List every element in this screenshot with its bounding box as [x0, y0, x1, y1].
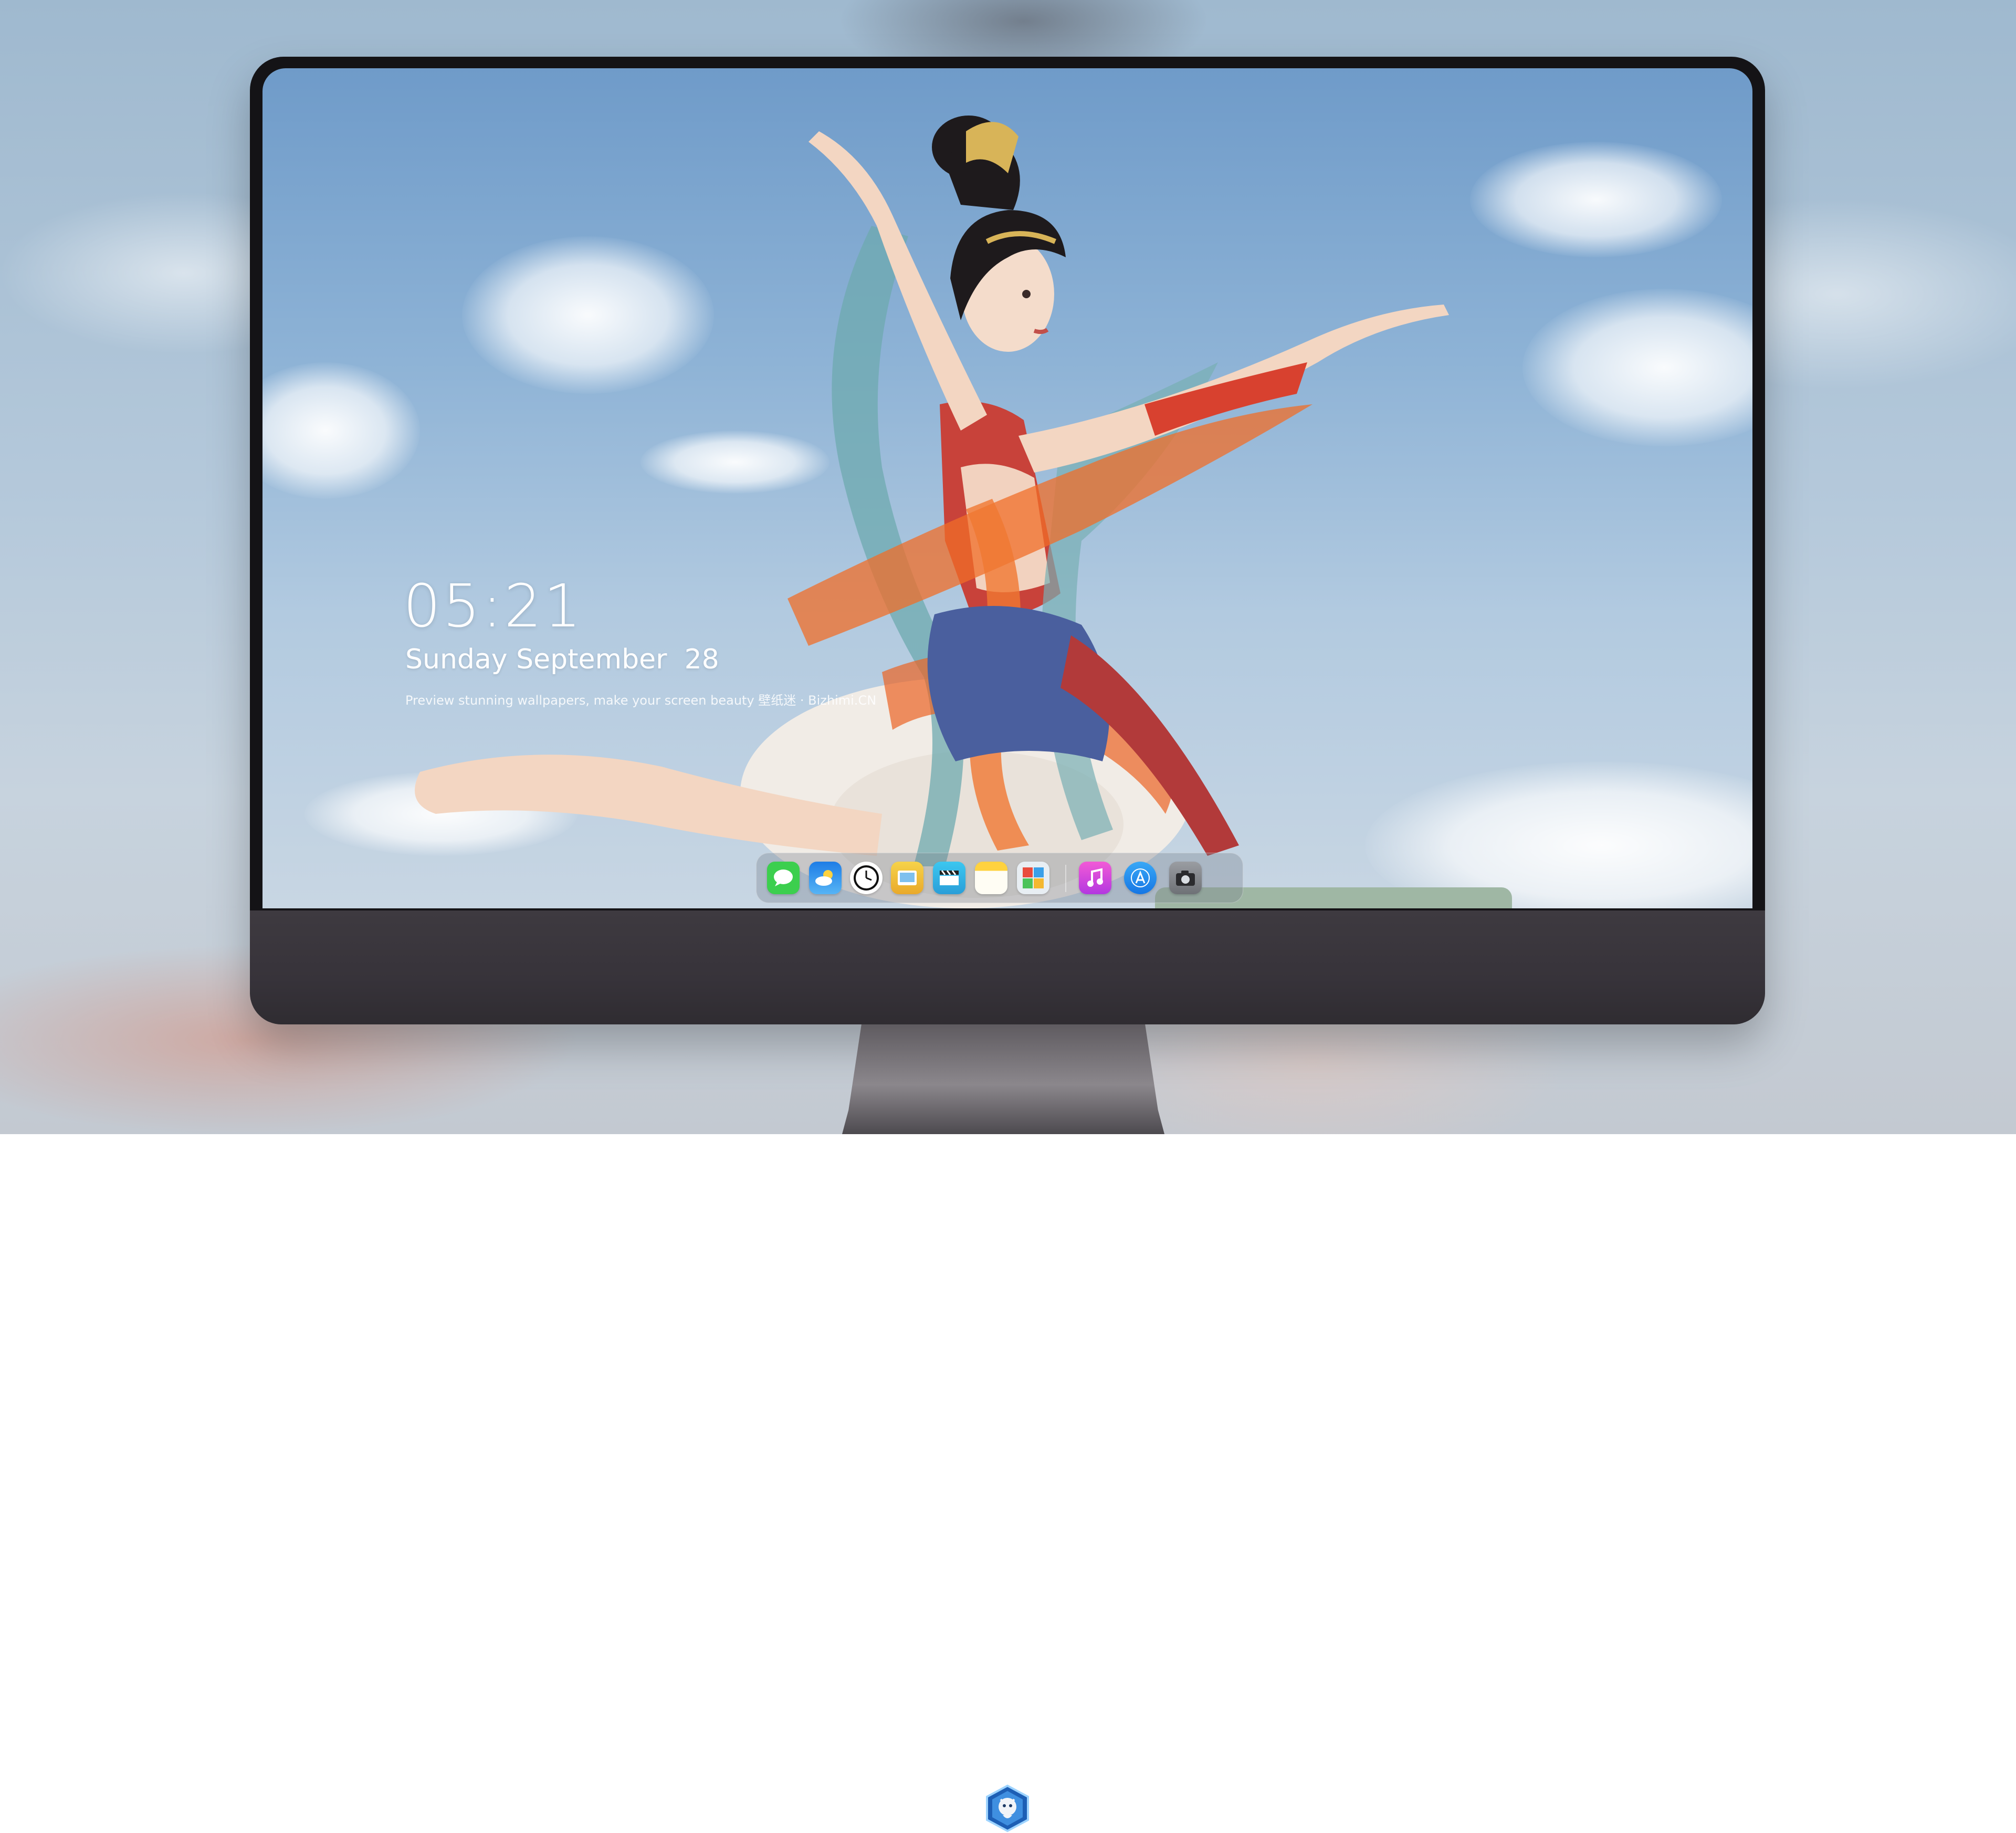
clock-icon[interactable] — [850, 862, 883, 894]
weather-icon[interactable] — [809, 862, 842, 894]
app-store-icon[interactable] — [1124, 862, 1157, 894]
wallpaper-tagline: Preview stunning wallpapers, make your s… — [405, 693, 877, 708]
messages-icon[interactable] — [767, 862, 800, 894]
videos-icon[interactable] — [933, 862, 965, 894]
dock-separator — [1065, 865, 1066, 892]
notes-icon[interactable] — [975, 862, 1007, 894]
dock — [756, 853, 1243, 903]
music-icon[interactable] — [1079, 862, 1111, 894]
preview-icon[interactable] — [891, 862, 923, 894]
lockscreen-time: 05:21 — [403, 572, 583, 641]
monitor: 05:21 Sunday September 28 Preview stunni… — [250, 57, 1765, 1832]
camera-icon[interactable] — [1169, 862, 1202, 894]
desktop-screen: 05:21 Sunday September 28 Preview stunni… — [262, 68, 1752, 908]
brand-logo-icon — [986, 1784, 1029, 1832]
monitor-stand — [842, 1024, 1164, 1134]
lockscreen-date: Sunday September 28 — [405, 644, 719, 675]
dancer-illustration — [415, 116, 1512, 908]
monitor-chin — [250, 910, 1765, 1832]
photo-booth-icon[interactable] — [1017, 862, 1049, 894]
